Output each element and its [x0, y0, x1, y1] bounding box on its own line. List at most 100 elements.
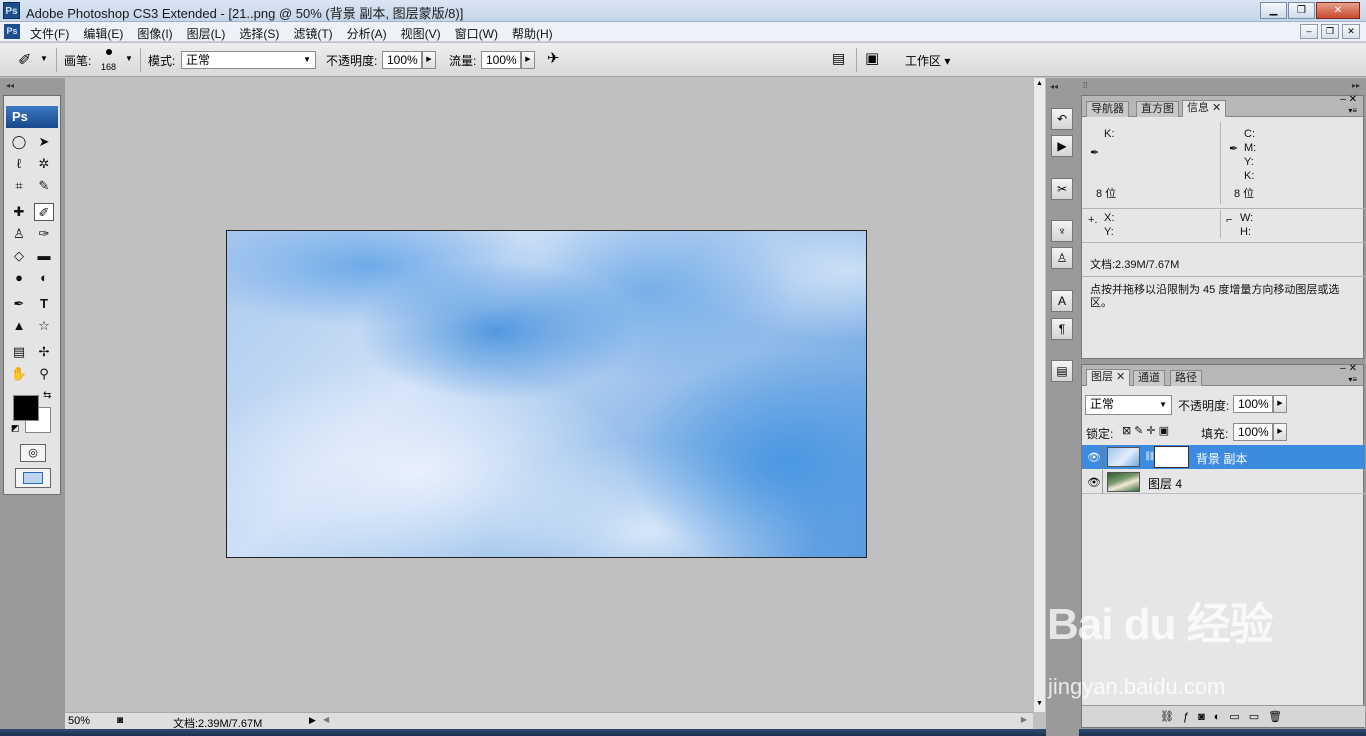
magic-wand-icon[interactable]: ✲: [34, 155, 54, 173]
close-button[interactable]: ✕: [1316, 2, 1360, 19]
vertical-scrollbar[interactable]: ▲ ▼: [1033, 78, 1045, 712]
palette-icon[interactable]: ▤: [832, 50, 845, 67]
actions-panel-icon[interactable]: ▶: [1051, 135, 1073, 157]
flow-input[interactable]: 100%: [481, 51, 521, 69]
doc-restore-button[interactable]: ❐: [1321, 24, 1339, 39]
eyedropper-icon[interactable]: ✢: [34, 343, 54, 361]
screen-mode-icon[interactable]: [15, 468, 51, 488]
healing-brush-icon[interactable]: ✚: [9, 203, 29, 221]
blur-icon[interactable]: ●: [9, 269, 29, 287]
status-arrow-icon[interactable]: ▶: [309, 715, 316, 726]
bridge-icon[interactable]: ▣: [865, 49, 879, 67]
panel-menu-icon[interactable]: ▾≡: [1348, 106, 1357, 115]
swap-colors-icon[interactable]: ⇆: [43, 390, 51, 401]
pen-icon[interactable]: ✒: [9, 295, 29, 313]
menu-layer[interactable]: 图层(L): [187, 25, 226, 42]
doc-minimize-button[interactable]: –: [1300, 24, 1318, 39]
layer-thumbnail[interactable]: [1107, 472, 1140, 492]
crop-icon[interactable]: ⌗: [9, 177, 29, 195]
brush-picker-arrow-icon[interactable]: ▼: [125, 54, 133, 63]
menu-help[interactable]: 帮助(H): [512, 25, 553, 42]
dodge-icon[interactable]: ◐: [34, 269, 54, 287]
foreground-color-swatch[interactable]: [13, 395, 39, 421]
layer-opacity-input[interactable]: 100%: [1233, 395, 1273, 413]
tab-layers[interactable]: 图层 ✕: [1086, 369, 1131, 386]
layer-row[interactable]: 👁 图层 4: [1082, 470, 1365, 494]
expand-dock-icon[interactable]: ▸▸: [1352, 81, 1360, 90]
dock-grip-icon[interactable]: ⁞⁞: [1083, 81, 1087, 90]
layer-comps-icon[interactable]: ▤: [1051, 360, 1073, 382]
hand-icon[interactable]: ✋: [9, 365, 29, 383]
opacity-slider-button[interactable]: ▶: [422, 51, 436, 69]
lock-options-icon[interactable]: ⊠✎✛▣: [1122, 424, 1172, 437]
brush-tool-icon[interactable]: ✐: [18, 50, 31, 70]
clone-source-icon[interactable]: ♙: [1051, 247, 1073, 269]
panel-minimize-icon[interactable]: – ✕: [1340, 94, 1357, 105]
status-menu-icon[interactable]: ◙: [117, 715, 123, 726]
eye-icon[interactable]: 👁: [1087, 451, 1101, 464]
layer-opacity-slider[interactable]: ▶: [1273, 395, 1287, 413]
menu-edit[interactable]: 编辑(E): [83, 25, 123, 42]
app-menu-icon[interactable]: Ps: [4, 24, 20, 39]
menu-image[interactable]: 图像(I): [137, 25, 172, 42]
tab-channels[interactable]: 通道: [1133, 370, 1165, 386]
doc-close-button[interactable]: ✕: [1342, 24, 1360, 39]
collapse-strip-icon[interactable]: ◂◂: [1050, 82, 1058, 91]
fill-slider[interactable]: ▶: [1273, 423, 1287, 441]
tab-paths[interactable]: 路径: [1170, 370, 1202, 386]
menu-window[interactable]: 窗口(W): [455, 25, 498, 42]
maximize-button[interactable]: ❐: [1288, 2, 1315, 19]
layer-name[interactable]: 背景 副本: [1196, 450, 1247, 467]
layers-menu-icon[interactable]: ▾≡: [1348, 375, 1357, 384]
scroll-down-icon[interactable]: ▼: [1036, 700, 1043, 707]
airbrush-icon[interactable]: ✈: [547, 49, 560, 67]
brushes-panel-icon[interactable]: ♆: [1051, 220, 1073, 242]
character-panel-icon[interactable]: A: [1051, 290, 1073, 312]
layer-mask-thumbnail[interactable]: [1154, 446, 1189, 468]
canvas-workspace[interactable]: [65, 78, 1033, 712]
path-select-icon[interactable]: ▲: [9, 317, 29, 335]
clone-stamp-icon[interactable]: ♙: [9, 225, 29, 243]
minimize-button[interactable]: ▁: [1260, 2, 1287, 19]
shape-icon[interactable]: ☆: [34, 317, 54, 335]
tab-histogram[interactable]: 直方图: [1136, 101, 1179, 117]
default-colors-icon[interactable]: ◩: [11, 423, 20, 434]
menu-analysis[interactable]: 分析(A): [347, 25, 387, 42]
tab-info[interactable]: 信息 ✕: [1182, 100, 1227, 117]
history-brush-icon[interactable]: ✑: [34, 225, 54, 243]
paragraph-panel-icon[interactable]: ¶: [1051, 318, 1073, 340]
menu-view[interactable]: 视图(V): [401, 25, 441, 42]
menu-file[interactable]: 文件(F): [30, 25, 69, 42]
collapse-icon[interactable]: ◂◂: [6, 81, 14, 90]
fill-input[interactable]: 100%: [1233, 423, 1273, 441]
zoom-icon[interactable]: ⚲: [34, 365, 54, 383]
layer-row[interactable]: 👁 ⛓ 背景 副本: [1082, 445, 1365, 469]
flow-slider-button[interactable]: ▶: [521, 51, 535, 69]
move-icon[interactable]: ➤: [34, 133, 54, 151]
layer-name[interactable]: 图层 4: [1148, 475, 1182, 492]
marquee-icon[interactable]: ◯: [9, 133, 29, 151]
scroll-up-icon[interactable]: ▲: [1036, 80, 1043, 87]
menu-select[interactable]: 选择(S): [239, 25, 279, 42]
hscroll-right-icon[interactable]: ▶: [1021, 715, 1027, 724]
document-image[interactable]: [226, 230, 867, 558]
lasso-icon[interactable]: ℓ: [9, 155, 29, 173]
slice-icon[interactable]: ✎: [34, 177, 54, 195]
tab-navigator[interactable]: 导航器: [1086, 101, 1129, 117]
brush-tip-icon[interactable]: [106, 49, 112, 55]
tool-preset-arrow-icon[interactable]: ▼: [40, 54, 48, 63]
layer-actions-icons[interactable]: ⛓ƒ◙◐▭▭🗑: [1160, 710, 1291, 723]
blend-mode-select[interactable]: 正常 ▼: [1085, 395, 1172, 415]
brush-icon[interactable]: ✐: [34, 203, 54, 221]
workspace-menu[interactable]: 工作区 ▾: [905, 52, 950, 69]
chain-icon[interactable]: ⛓: [1144, 451, 1155, 462]
hscroll-left-icon[interactable]: ◀: [323, 715, 329, 724]
layer-thumbnail[interactable]: [1107, 447, 1140, 467]
gradient-icon[interactable]: ▬: [34, 247, 54, 265]
quick-mask-icon[interactable]: ◎: [20, 444, 46, 462]
mode-select[interactable]: 正常 ▼: [181, 51, 316, 69]
type-icon[interactable]: T: [34, 295, 54, 313]
eye-icon[interactable]: 👁: [1087, 476, 1101, 489]
zoom-level[interactable]: 50%: [68, 715, 90, 727]
history-panel-icon[interactable]: ↶: [1051, 108, 1073, 130]
